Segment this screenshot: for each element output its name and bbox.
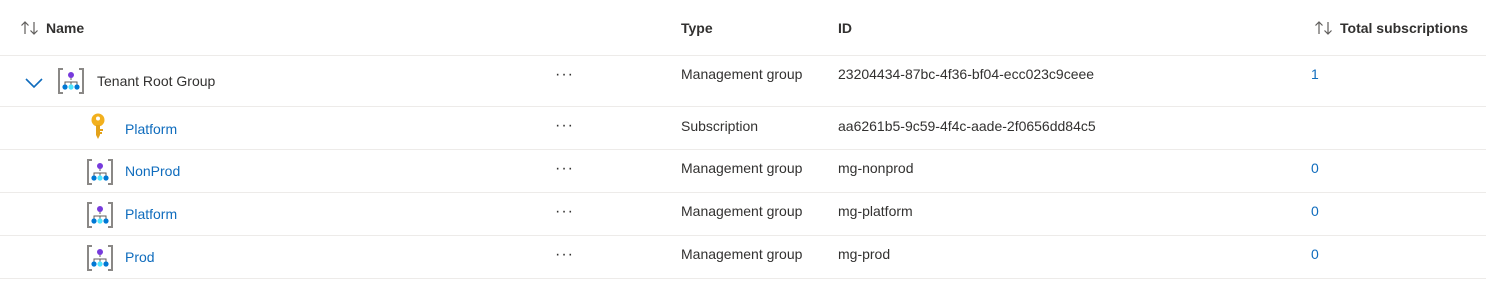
sort-icon[interactable] <box>20 20 40 36</box>
table-row[interactable]: NonProd ··· Management group mg-nonprod … <box>0 150 1486 193</box>
column-header-type: Type <box>681 0 713 55</box>
row-id: 23204434-87bc-4f36-bf04-ecc023c9ceee <box>838 66 1095 82</box>
column-label-name: Name <box>46 19 85 36</box>
column-label-total-subscriptions: Total subscriptions <box>1340 19 1469 36</box>
row-id: aa6261b5-9c59-4f4c-aade-2f0656dd84c5 <box>838 118 1096 134</box>
row-id: mg-prod <box>838 246 891 262</box>
management-group-icon <box>57 67 85 100</box>
more-options-button[interactable]: ··· <box>555 161 574 177</box>
chevron-down-icon[interactable] <box>24 76 44 94</box>
row-type: Management group <box>681 203 803 219</box>
row-name-link[interactable]: Platform <box>125 206 177 222</box>
row-total-subscriptions-link[interactable]: 0 <box>1311 203 1319 219</box>
row-total-subscriptions-link[interactable]: 1 <box>1311 66 1319 82</box>
column-label-type: Type <box>681 19 713 36</box>
row-name-link[interactable]: NonProd <box>125 163 180 179</box>
column-header-total-subscriptions[interactable]: Total subscriptions <box>1314 0 1468 55</box>
table-row[interactable]: Tenant Root Group ··· Management group 2… <box>0 56 1486 107</box>
more-options-button[interactable]: ··· <box>555 118 574 134</box>
column-header-id: ID <box>838 0 852 55</box>
row-name: Tenant Root Group <box>97 73 216 89</box>
table-row[interactable]: Prod ··· Management group mg-prod 0 <box>0 236 1486 279</box>
key-icon <box>90 113 106 146</box>
row-total-subscriptions-link[interactable]: 0 <box>1311 160 1319 176</box>
row-total-subscriptions-link[interactable]: 0 <box>1311 246 1319 262</box>
sort-icon[interactable] <box>1314 20 1334 36</box>
management-group-icon <box>86 244 114 277</box>
table-row[interactable]: Platform ··· Subscription aa6261b5-9c59-… <box>0 107 1486 150</box>
grid-header: Name Type ID Total subscriptions <box>0 0 1486 56</box>
management-groups-grid: Name Type ID Total subscriptions Tenant … <box>0 0 1486 279</box>
table-row[interactable]: Platform ··· Management group mg-platfor… <box>0 193 1486 236</box>
row-type: Management group <box>681 160 803 176</box>
row-name-link[interactable]: Prod <box>125 249 155 265</box>
management-group-icon <box>86 201 114 234</box>
row-name-link[interactable]: Platform <box>125 121 177 137</box>
row-type: Management group <box>681 66 803 82</box>
column-label-id: ID <box>838 19 852 36</box>
more-options-button[interactable]: ··· <box>555 247 574 263</box>
column-header-name[interactable]: Name <box>20 0 84 55</box>
management-group-icon <box>86 158 114 191</box>
row-type: Subscription <box>681 118 759 134</box>
more-options-button[interactable]: ··· <box>555 204 574 220</box>
row-id: mg-nonprod <box>838 160 914 176</box>
row-id: mg-platform <box>838 203 913 219</box>
row-type: Management group <box>681 246 803 262</box>
more-options-button[interactable]: ··· <box>555 67 574 83</box>
